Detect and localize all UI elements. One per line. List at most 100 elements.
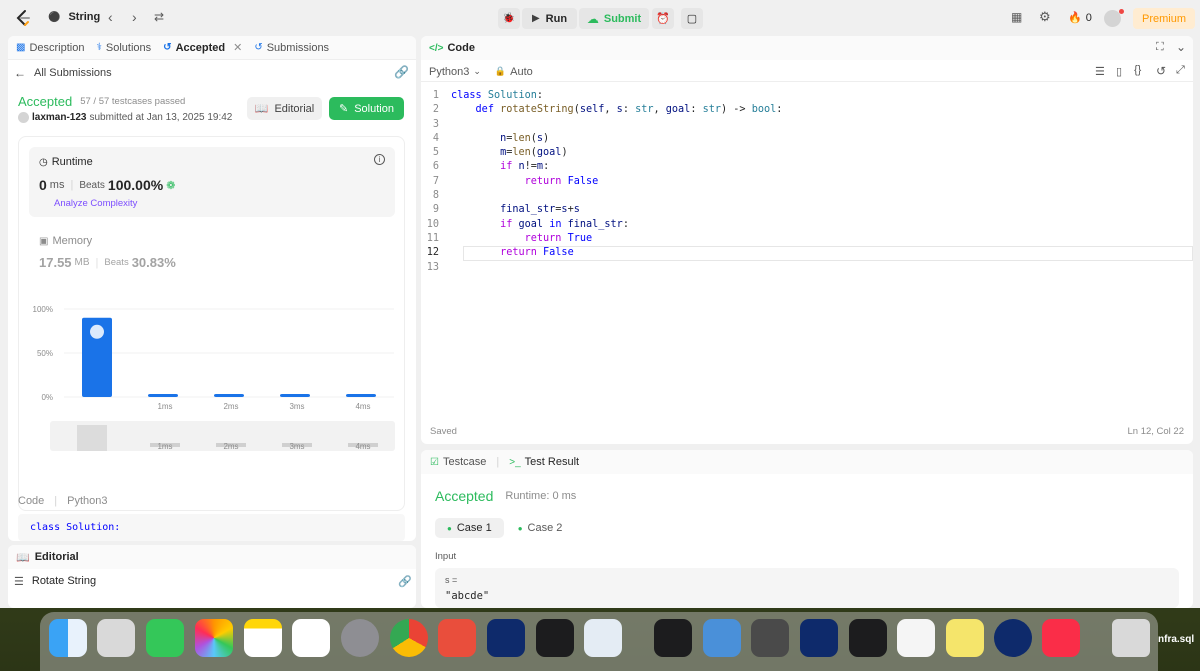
list-icon: ⚫ [48,11,61,23]
teamviewer-icon[interactable] [487,619,525,657]
flask-icon: ⚕ [96,42,102,53]
y-tick-label: 0% [41,393,53,402]
desktop-file-label[interactable]: nfra.sql [1158,634,1194,645]
pass-dot: ● [517,523,523,533]
runtime-distribution-chart[interactable]: 100% 50% 0% 1ms 2ms 3ms 4ms 1ms 2ms 3ms 4ms [19,297,406,527]
memory-section[interactable]: ▣ Memory 17.55 MB | Beats 30.83% [29,233,395,283]
tab-accepted-label: Accepted [175,41,226,54]
stats-card: ◷ Runtime i 0 ms | Beats 100.00% ❁ Analy… [18,136,405,511]
editorial-header[interactable]: 📖 Editorial [8,545,416,569]
stocks-icon[interactable] [654,619,692,657]
leetcode-logo[interactable] [14,9,32,27]
shuffle-icon[interactable]: ⇄ [154,10,164,24]
maximize-icon[interactable]: ⛶ [1156,41,1164,54]
debug-button[interactable]: 🐞 [498,8,520,29]
tab-accepted[interactable]: ↺ Accepted ✕ [163,41,242,55]
tab-submissions[interactable]: ↺ Submissions [254,42,329,54]
code-language: Python3 [67,495,108,507]
auto-mode[interactable]: 🔒 Auto [495,66,533,78]
editor-title: Code [447,42,475,54]
problem-list-title: String [68,11,101,23]
chrome-icon[interactable] [390,619,428,657]
layout-icon[interactable]: ▦ [1011,10,1022,24]
notes-app-icon[interactable] [244,619,282,657]
language-select[interactable]: Python3 ⌄ [429,66,481,78]
run-button[interactable]: ▶ Run [522,8,577,29]
tab-solutions[interactable]: ⚕ Solutions [96,42,151,54]
terminal-icon: >_ [509,456,521,468]
submit-button[interactable]: ☁ Submit [579,8,649,29]
solution-label: Solution [354,102,394,115]
case-1-tab[interactable]: ● Case 1 [435,518,504,538]
solution-button[interactable]: ✎ Solution [329,97,404,120]
braces-icon[interactable]: {} [1134,64,1141,76]
timer-button[interactable]: ⏰ [652,8,674,29]
music-icon[interactable] [1042,619,1080,657]
streak-counter[interactable]: 🔥 0 [1068,11,1092,25]
editorial-item[interactable]: ☰ Rotate String [8,569,416,593]
memory-header: ▣ Memory [39,235,92,247]
all-submissions-link[interactable]: ← All Submissions [14,66,112,80]
problem-list-button[interactable]: ⚫ String [48,11,100,23]
notes-button[interactable]: ▢ [681,8,703,29]
info-icon[interactable]: i [374,154,385,165]
expand-icon[interactable]: ⤢ [1176,64,1185,77]
finder-icon[interactable] [49,619,87,657]
freeform-icon[interactable] [292,619,330,657]
description-icon: ▩ [16,42,26,53]
x-tick-label: 3ms [289,402,304,411]
vscode-icon[interactable] [897,619,935,657]
tab-description[interactable]: ▩ Description [16,42,84,54]
leetcode-app: ⚫ String ‹ › ⇄ 🐞 ▶ Run ☁ Submit ⏰ ▢ ▦ ⚙ … [0,0,1200,608]
code-line: 7 return False [421,175,1193,189]
chart-bar [346,394,376,397]
note-icon: ▢ [686,13,698,25]
system-settings-icon[interactable] [341,619,379,657]
reset-icon[interactable]: ↺ [1156,64,1166,78]
launchpad-icon[interactable] [97,619,135,657]
terminal-app-icon[interactable] [536,619,574,657]
line-number: 6 [432,161,439,173]
tab-testcase-label: Testcase [442,456,487,468]
trash-icon[interactable] [1112,619,1150,657]
sublime-icon[interactable] [751,619,789,657]
stickies-icon[interactable] [946,619,984,657]
gear-icon[interactable]: ⚙ [1039,9,1051,25]
analyze-complexity-link[interactable]: Analyze Complexity [54,198,137,209]
editorial-button[interactable]: 📖 Editorial [247,97,322,120]
editorial-item-title: Rotate String [31,575,97,587]
code-line: 13 [421,261,1193,275]
prev-problem-icon[interactable]: ‹ [108,9,113,25]
line-number: 4 [432,132,439,144]
next-problem-icon[interactable]: › [132,9,137,25]
format-icon[interactable]: ☰ [1095,65,1105,78]
link-icon[interactable]: 🔗 [394,65,409,79]
tab-test-result[interactable]: >_ Test Result [509,456,579,468]
activity-monitor-icon[interactable] [849,619,887,657]
case-2-tab[interactable]: ● Case 2 [510,518,571,538]
runtime-card[interactable]: ◷ Runtime i 0 ms | Beats 100.00% ❁ Analy… [29,147,395,217]
avatar[interactable] [1104,9,1124,27]
pin-app-icon[interactable] [994,619,1032,657]
y-tick-label: 50% [37,349,53,358]
pass-dot: ● [447,523,452,533]
book-icon: 📖 [254,103,269,115]
facetime-icon[interactable] [146,619,184,657]
username-link[interactable]: laxman-123 [32,112,86,123]
code-line: 9 final_str=s+s [421,203,1193,217]
preview-icon[interactable] [703,619,741,657]
code-area[interactable]: 1 class Solution: 2 def rotateString(self… [421,89,1193,275]
overview-tick-label: 4ms [355,442,370,451]
git-client-icon[interactable] [438,619,476,657]
close-tab-icon[interactable]: ✕ [233,41,242,54]
postgres-icon[interactable] [584,619,622,657]
link-icon[interactable]: 🔗 [398,575,412,588]
premium-button[interactable]: Premium [1133,8,1195,29]
photos-icon[interactable] [195,619,233,657]
tab-testcase[interactable]: ☑ Testcase [430,456,486,468]
user-avatar-marker [90,324,104,339]
minimize-icon[interactable]: ⌄ [1176,40,1186,54]
teamviewer-2-icon[interactable] [800,619,838,657]
code-line: 2 def rotateString(self, s: str, goal: s… [421,103,1193,117]
bookmark-icon[interactable]: ▯ [1116,65,1122,78]
